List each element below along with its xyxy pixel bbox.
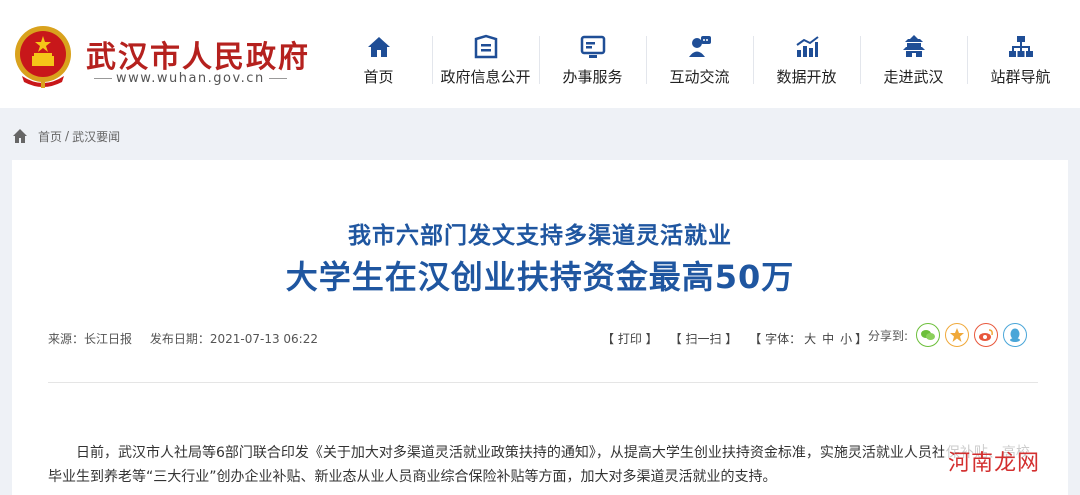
print-button[interactable]: 【 打印 】 (602, 330, 658, 347)
weibo-icon (979, 329, 993, 341)
site-url: www.wuhan.gov.cn (90, 71, 291, 86)
article-subtitle: 我市六部门发文支持多渠道灵活就业 (348, 223, 732, 249)
star-icon (950, 328, 965, 342)
font-size-prefix: 【 字体： (749, 332, 802, 346)
nav-item-home[interactable]: 首页 (325, 30, 432, 90)
article-title: 大学生在汉创业扶持资金最高50万 (285, 258, 795, 296)
national-emblem-icon[interactable] (12, 24, 74, 90)
wechat-icon (921, 330, 936, 340)
article-divider (48, 382, 1038, 383)
nav-item-interaction[interactable]: 互动交流 (646, 30, 753, 90)
pavilion-icon (902, 35, 925, 57)
nav-label: 政府信息公开 (440, 68, 531, 86)
info-board-icon (474, 34, 497, 59)
font-size-suffix: 】 (855, 332, 868, 346)
monitor-icon (580, 35, 605, 58)
share-label: 分享到: (868, 328, 909, 343)
chart-icon (795, 36, 819, 57)
nav-label: 办事服务 (562, 68, 623, 86)
share-weibo-button[interactable] (974, 323, 999, 347)
qq-icon (1010, 328, 1021, 342)
nav-label: 走进武汉 (883, 68, 944, 86)
nav-item-site-navigation[interactable]: 站群导航 (967, 30, 1074, 90)
share-favorite-button[interactable] (945, 323, 970, 347)
article-card: 我市六部门发文支持多渠道灵活就业 大学生在汉创业扶持资金最高50万 来源：长江日… (12, 160, 1068, 495)
breadcrumb-home-link[interactable]: 首页 (38, 128, 62, 145)
nav-item-services[interactable]: 办事服务 (539, 30, 646, 90)
share-bar: 分享到: (868, 323, 1032, 347)
breadcrumb-current-link[interactable]: 武汉要闻 (72, 128, 120, 145)
url-dash-left (94, 78, 112, 79)
font-size-medium-button[interactable]: 中 (822, 330, 834, 347)
breadcrumb-separator: / (65, 129, 70, 143)
watermark: 河南龙网 (943, 445, 1044, 477)
scan-qr-button[interactable]: 【 扫一扫 】 (670, 330, 738, 347)
article-date: 发布日期：2021-07-13 06:22 (149, 332, 318, 346)
nav-item-about-wuhan[interactable]: 走进武汉 (860, 30, 967, 90)
nav-label: 首页 (363, 68, 394, 86)
breadcrumb: 首页 / 武汉要闻 (12, 126, 120, 146)
nav-label: 数据开放 (776, 68, 837, 86)
home-icon[interactable] (12, 128, 28, 144)
site-name[interactable]: 武汉市人民政府 (86, 32, 310, 76)
share-wechat-button[interactable] (916, 323, 941, 347)
sitemap-icon (1008, 36, 1033, 57)
url-dash-right (268, 78, 287, 79)
site-header: 武汉市人民政府 www.wuhan.gov.cn 首页 政府信息公开 办事服务 … (0, 0, 1080, 108)
nav-label: 互动交流 (669, 68, 730, 86)
chat-person-icon (688, 36, 711, 57)
article-meta: 来源：长江日报 发布日期：2021-07-13 06:22 (48, 330, 332, 347)
share-qq-button[interactable] (1003, 323, 1028, 347)
main-nav: 首页 政府信息公开 办事服务 互动交流 数据开放 走进武汉 站群导航 (325, 30, 1074, 94)
site-url-text: www.wuhan.gov.cn (116, 71, 265, 86)
nav-item-open-data[interactable]: 数据开放 (753, 30, 860, 90)
nav-label: 站群导航 (990, 68, 1051, 86)
article-source: 来源：长江日报 (48, 332, 133, 346)
nav-item-gov-info[interactable]: 政府信息公开 (432, 30, 539, 90)
font-size-large-button[interactable]: 大 (804, 330, 816, 347)
font-size-small-button[interactable]: 小 (840, 330, 852, 347)
home-icon (367, 37, 390, 57)
article-tools: 【 打印 】 【 扫一扫 】 【 字体： 大 中 小 】 (602, 330, 867, 347)
article-paragraph: 日前，武汉市人社局等6部门联合印发《关于加大对多渠道灵活就业政策扶持的通知》，从… (48, 445, 1030, 485)
